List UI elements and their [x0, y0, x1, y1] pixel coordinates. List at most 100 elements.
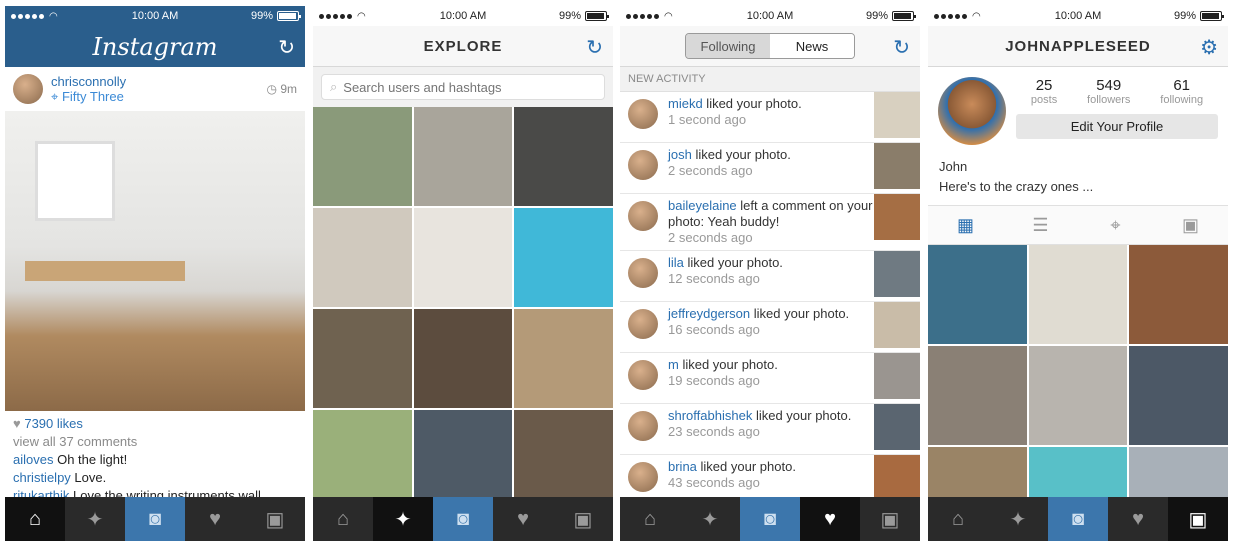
tab-home[interactable]: ⌂	[5, 497, 65, 541]
avatar[interactable]	[628, 462, 658, 492]
activity-user[interactable]: shroffabhishek	[668, 408, 752, 423]
comment: ailoves Oh the light!	[13, 451, 297, 469]
post-username[interactable]: chrisconnolly	[51, 74, 126, 89]
profile-avatar[interactable]	[938, 77, 1006, 145]
photo-tile[interactable]	[413, 107, 513, 206]
activity-user[interactable]: miekd	[668, 96, 703, 111]
tab-activity[interactable]: ♥	[800, 497, 860, 541]
refresh-icon[interactable]: ↻	[278, 35, 295, 60]
list-view-icon[interactable]: ☰	[1003, 206, 1078, 244]
comment: christielpy Love.	[13, 469, 297, 487]
avatar[interactable]	[628, 309, 658, 339]
refresh-icon[interactable]: ↻	[586, 35, 603, 60]
battery-icon	[277, 11, 301, 21]
tab-camera[interactable]: ◙	[433, 497, 493, 541]
posts-stat[interactable]: 25 posts	[1031, 77, 1057, 106]
photo-tile[interactable]	[514, 107, 613, 206]
avatar[interactable]	[13, 74, 43, 104]
activity-user[interactable]: baileyelaine	[668, 198, 737, 213]
photo-thumbnail[interactable]	[874, 353, 920, 399]
tab-home[interactable]: ⌂	[313, 497, 373, 541]
post-photo[interactable]	[5, 111, 305, 411]
tab-profile[interactable]: ▣	[245, 497, 305, 541]
avatar[interactable]	[628, 150, 658, 180]
activity-user[interactable]: m	[668, 357, 679, 372]
tab-explore[interactable]: ✦	[680, 497, 740, 541]
comment-user[interactable]: ailoves	[13, 452, 53, 467]
avatar[interactable]	[628, 258, 658, 288]
avatar[interactable]	[628, 411, 658, 441]
activity-screen: ◠ 10:00 AM 99% Following News ↻ NEW ACTI…	[620, 6, 920, 541]
grid-view-icon[interactable]: ▦	[928, 206, 1003, 244]
photo-thumbnail[interactable]	[874, 92, 920, 138]
tab-home[interactable]: ⌂	[620, 497, 680, 541]
tab-explore[interactable]: ✦	[65, 497, 125, 541]
activity-item[interactable]: miekd liked your photo. 1 second ago	[620, 92, 920, 143]
photo-tile[interactable]	[413, 309, 513, 408]
activity-item[interactable]: lila liked your photo. 12 seconds ago	[620, 251, 920, 302]
tab-profile[interactable]: ▣	[553, 497, 613, 541]
activity-user[interactable]: brina	[668, 459, 697, 474]
tab-explore[interactable]: ✦	[988, 497, 1048, 541]
search-input[interactable]	[343, 79, 584, 95]
tab-profile[interactable]: ▣	[1168, 497, 1228, 541]
photo-thumbnail[interactable]	[874, 302, 920, 348]
edit-profile-button[interactable]: Edit Your Profile	[1016, 114, 1218, 139]
tab-camera[interactable]: ◙	[740, 497, 800, 541]
photo-tile[interactable]	[413, 208, 513, 307]
photo-tile[interactable]	[1028, 245, 1128, 344]
followers-stat[interactable]: 549 followers	[1087, 77, 1130, 106]
photo-tile[interactable]	[928, 245, 1027, 344]
tab-camera[interactable]: ◙	[1048, 497, 1108, 541]
tab-camera[interactable]: ◙	[125, 497, 185, 541]
photo-tile[interactable]	[1129, 245, 1228, 344]
activity-item[interactable]: jeffreydgerson liked your photo. 16 secon…	[620, 302, 920, 353]
activity-item[interactable]: m liked your photo. 19 seconds ago	[620, 353, 920, 404]
photo-thumbnail[interactable]	[874, 143, 920, 189]
photo-tile[interactable]	[313, 107, 412, 206]
tab-activity[interactable]: ♥	[185, 497, 245, 541]
clock-icon: ◷	[266, 82, 277, 96]
refresh-icon[interactable]: ↻	[893, 35, 910, 60]
likes-count[interactable]: 7390 likes	[24, 416, 83, 431]
activity-user[interactable]: josh	[668, 147, 692, 162]
photo-tile[interactable]	[313, 208, 412, 307]
view-comments-link[interactable]: view all 37 comments	[13, 433, 297, 451]
photo-tile[interactable]	[1028, 346, 1128, 445]
following-stat[interactable]: 61 following	[1160, 77, 1203, 106]
tab-explore[interactable]: ✦	[373, 497, 433, 541]
activity-item[interactable]: josh liked your photo. 2 seconds ago	[620, 143, 920, 194]
heart-bubble-icon: ♥	[517, 507, 529, 530]
photo-thumbnail[interactable]	[874, 455, 920, 501]
activity-item[interactable]: baileyelaine left a comment on your phot…	[620, 194, 920, 251]
tab-profile[interactable]: ▣	[860, 497, 920, 541]
photo-tile[interactable]	[514, 208, 613, 307]
activity-item[interactable]: shroffabhishek liked your photo. 23 secon…	[620, 404, 920, 455]
gear-icon[interactable]: ⚙	[1200, 35, 1218, 60]
photo-thumbnail[interactable]	[874, 251, 920, 297]
photo-tile[interactable]	[413, 410, 513, 509]
avatar[interactable]	[628, 99, 658, 129]
tab-following[interactable]: Following	[686, 34, 770, 58]
photo-tile[interactable]	[313, 309, 412, 408]
photo-tile[interactable]	[1129, 346, 1228, 445]
photo-tile[interactable]	[313, 410, 412, 509]
photo-thumbnail[interactable]	[874, 194, 920, 240]
comment-user[interactable]: christielpy	[13, 470, 71, 485]
post-location[interactable]: Fifty Three	[62, 89, 124, 104]
avatar[interactable]	[628, 201, 658, 231]
photo-tile[interactable]	[928, 346, 1027, 445]
tagged-photos-icon[interactable]: ▣	[1153, 206, 1228, 244]
photo-tile[interactable]	[514, 309, 613, 408]
activity-user[interactable]: jeffreydgerson	[668, 306, 750, 321]
tab-activity[interactable]: ♥	[493, 497, 553, 541]
photo-thumbnail[interactable]	[874, 404, 920, 450]
location-pin-icon[interactable]: ⌖	[1078, 206, 1153, 244]
tab-news[interactable]: News	[770, 34, 854, 58]
tab-home[interactable]: ⌂	[928, 497, 988, 541]
search-bar[interactable]: ⌕	[321, 74, 605, 100]
tab-activity[interactable]: ♥	[1108, 497, 1168, 541]
photo-tile[interactable]	[514, 410, 613, 509]
avatar[interactable]	[628, 360, 658, 390]
activity-user[interactable]: lila	[668, 255, 684, 270]
